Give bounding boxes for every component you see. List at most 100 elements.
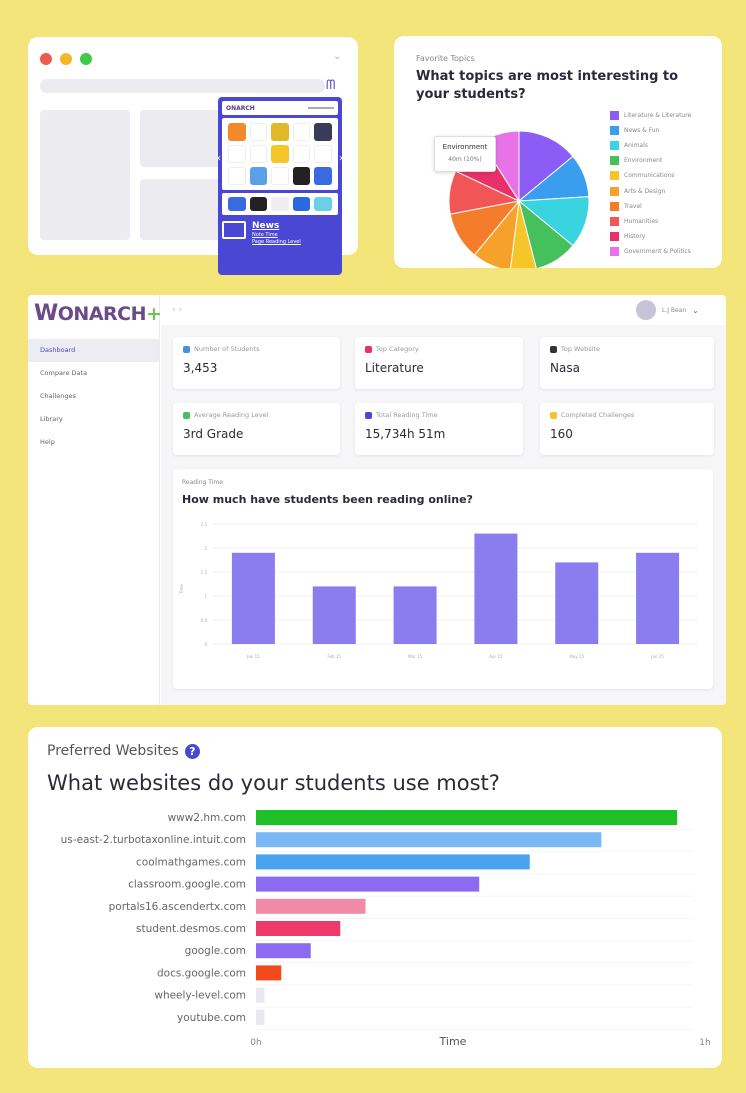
app-shortcut-icon[interactable]	[228, 145, 246, 163]
app-shortcut-icon[interactable]	[271, 197, 289, 211]
app-shortcut-icon[interactable]	[228, 197, 246, 211]
popup-menu-line[interactable]	[308, 107, 334, 109]
app-shortcut-icon[interactable]	[249, 145, 268, 163]
app-shortcut-icon[interactable]	[292, 145, 311, 163]
app-shortcut-icon[interactable]	[314, 145, 332, 163]
dashboard-window: WONARCH+ Dashboard Compare Data Challenges…	[28, 295, 726, 705]
sidebar-item-compare-data[interactable]: Compare Data	[28, 362, 159, 385]
history-nav[interactable]: ‹ ›	[172, 305, 182, 315]
bar[interactable]	[256, 965, 282, 981]
legend-swatch	[610, 201, 619, 211]
bar[interactable]	[256, 943, 311, 959]
category-label: wheely-level.com	[154, 990, 246, 1002]
monarch-logo[interactable]: WONARCH+	[34, 301, 162, 326]
tooltip-name: Environment	[442, 143, 488, 151]
app-shortcut-icon[interactable]	[292, 167, 311, 185]
sidebar-item-dashboard[interactable]: Dashboard	[28, 339, 159, 362]
y-tick-label: 2	[204, 546, 207, 551]
stat-value: Nasa	[550, 361, 580, 375]
app-shortcut-icon[interactable]	[271, 145, 289, 163]
legend-item[interactable]: Environment	[610, 153, 691, 168]
legend-label: Arts & Design	[624, 187, 666, 195]
maximize-dot-icon[interactable]	[80, 53, 92, 65]
app-shortcut-icon[interactable]	[228, 167, 246, 185]
bar[interactable]	[231, 552, 275, 644]
app-shortcut-icon[interactable]	[292, 197, 311, 211]
close-dot-icon[interactable]	[40, 53, 52, 65]
stat-card: Average Reading Level 3rd Grade	[173, 403, 340, 455]
legend-item[interactable]: History	[610, 229, 691, 244]
chevron-down-icon[interactable]: ⌄	[692, 306, 699, 315]
news-level-link[interactable]: Page Reading Level	[252, 239, 301, 245]
stat-value: 3rd Grade	[183, 427, 244, 441]
x-tick-label: 0h	[250, 1038, 261, 1048]
bar[interactable]	[636, 552, 680, 644]
chevron-down-icon[interactable]: ⌄	[333, 51, 341, 62]
bar[interactable]	[555, 562, 599, 644]
bar[interactable]	[256, 921, 341, 936]
app-shortcut-icon[interactable]	[249, 197, 268, 211]
bar[interactable]	[256, 898, 366, 914]
app-shortcut-icon[interactable]	[271, 123, 289, 141]
legend-item[interactable]: Travel	[610, 199, 691, 214]
chevron-left-icon[interactable]: ‹	[217, 153, 221, 164]
bar[interactable]	[256, 987, 265, 1003]
sidebar-item-challenges[interactable]: Challenges	[28, 385, 159, 408]
category-label: docs.google.com	[157, 967, 246, 979]
legend-item[interactable]: Animals	[610, 138, 691, 153]
minimize-dot-icon[interactable]	[60, 53, 72, 65]
app-shortcut-icon[interactable]	[249, 123, 268, 141]
grid-line	[256, 851, 694, 852]
legend-item[interactable]: Government & Politics	[610, 244, 691, 259]
url-bar[interactable]	[40, 79, 325, 93]
grid-line	[256, 1006, 694, 1008]
app-shortcut-icon[interactable]	[228, 123, 246, 141]
bar[interactable]	[256, 854, 530, 870]
app-shortcut-icon[interactable]	[271, 167, 289, 185]
stat-value: 15,734h 51m	[365, 427, 446, 441]
bar[interactable]	[256, 1009, 265, 1025]
app-shortcut-icon[interactable]	[249, 167, 268, 185]
x-tick-label: Apr 15	[489, 654, 503, 659]
legend-item[interactable]: Humanities	[610, 214, 691, 229]
grid-line	[256, 962, 694, 963]
user-menu[interactable]: L.J Bean ⌄	[636, 300, 699, 320]
app-grid	[222, 118, 338, 190]
legend-item[interactable]: Literature & Literature	[610, 108, 691, 123]
stat-label: Total Reading Time	[365, 411, 513, 419]
tooltip-value: 40m (10%)	[448, 156, 482, 163]
app-shortcut-icon[interactable]	[314, 197, 332, 211]
stat-icon	[183, 345, 190, 353]
news-item[interactable]: News Note Time Page Reading Level	[222, 221, 338, 245]
avatar[interactable]	[636, 300, 656, 320]
card-label: Favorite Topics	[416, 54, 475, 63]
bar[interactable]	[256, 810, 678, 825]
news-title[interactable]: News	[252, 221, 301, 231]
legend-item[interactable]: Communications	[610, 168, 691, 183]
grid-line	[256, 829, 694, 830]
app-shortcut-icon[interactable]	[292, 123, 311, 141]
bar[interactable]	[312, 586, 356, 644]
bar[interactable]	[256, 876, 480, 892]
legend-item[interactable]: Arts & Design	[610, 183, 691, 198]
app-row	[222, 193, 338, 215]
news-time-link[interactable]: Note Time	[252, 232, 301, 238]
user-name: L.J Bean	[662, 306, 687, 314]
category-label: student.desmos.com	[136, 923, 246, 935]
chevron-right-icon[interactable]: ›	[339, 153, 343, 164]
app-shortcut-icon[interactable]	[314, 167, 332, 185]
sidebar-item-library[interactable]: Library	[28, 408, 159, 431]
x-tick-label: Jun 15	[650, 654, 664, 659]
app-shortcut-icon[interactable]	[314, 123, 332, 141]
stat-label: Completed Challenges	[550, 411, 704, 419]
stat-card: Number of Students 3,453	[173, 337, 340, 389]
bar[interactable]	[474, 533, 518, 644]
grid-line	[256, 940, 694, 941]
bar[interactable]	[256, 832, 602, 848]
grid-line	[256, 918, 694, 919]
legend-item[interactable]: News & Fun	[610, 123, 691, 138]
sidebar-item-help[interactable]: Help	[28, 431, 159, 454]
monarch-extension-icon[interactable]: ᗰ	[326, 78, 335, 93]
bar[interactable]	[393, 586, 437, 644]
category-label: coolmathgames.com	[136, 856, 246, 868]
